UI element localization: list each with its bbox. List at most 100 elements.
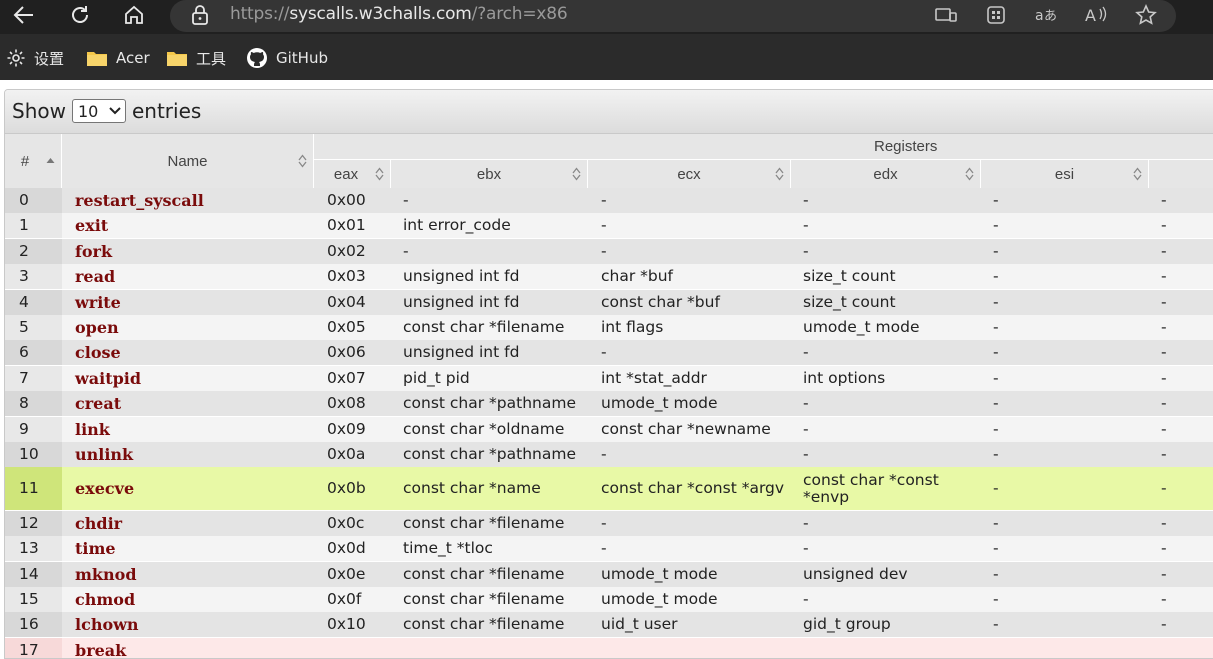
- column-header-esi[interactable]: esi: [981, 160, 1149, 188]
- table-row[interactable]: 3 read 0x03 unsigned int fd char *buf size_t …: [5, 264, 1213, 290]
- cell-edx: [803, 638, 973, 658]
- cell-eax: 0x0b: [327, 479, 366, 498]
- table-row[interactable]: 1 exit 0x01 int error_code - - - -: [5, 213, 1213, 239]
- cell-esi: -: [993, 318, 999, 336]
- cell-name[interactable]: fork: [75, 239, 311, 264]
- cell-ebx: -: [403, 191, 409, 209]
- cell-esi: -: [993, 241, 999, 260]
- column-header-number[interactable]: #: [5, 134, 62, 188]
- cell-edi: -: [1161, 241, 1167, 260]
- cell-esi: -: [993, 539, 999, 558]
- cell-name[interactable]: execve: [75, 467, 311, 510]
- table-row[interactable]: 5 open 0x05 const char *filename int flags um…: [5, 315, 1213, 340]
- cell-eax: [327, 638, 389, 658]
- table-row[interactable]: 10 unlink 0x0a const char *pathname - - - -: [5, 442, 1213, 467]
- cell-num: 4: [19, 292, 29, 311]
- column-header-name[interactable]: Name: [62, 134, 314, 188]
- home-icon[interactable]: [116, 0, 152, 30]
- cell-ebx: unsigned int fd: [403, 267, 520, 286]
- column-header-ecx[interactable]: ecx: [588, 160, 791, 188]
- cell-num: 9: [19, 419, 29, 438]
- cell-edi: -: [1161, 292, 1167, 311]
- cell-ebx: const char *name: [403, 479, 541, 498]
- cell-name[interactable]: mknod: [75, 562, 311, 587]
- table-row[interactable]: 7 waitpid 0x07 pid_t pid int *stat_addr int o…: [5, 365, 1213, 391]
- cell-esi: -: [993, 479, 999, 498]
- sort-both-icon: [965, 167, 974, 181]
- cell-esi: -: [993, 445, 999, 463]
- svg-text:あ: あ: [1044, 9, 1057, 24]
- cell-name[interactable]: exit: [75, 213, 311, 238]
- table-row[interactable]: 2 fork 0x02 - - - - -: [5, 238, 1213, 264]
- cell-name[interactable]: lchown: [75, 612, 311, 637]
- translate-icon[interactable]: aあ: [1032, 2, 1060, 28]
- cell-edi: -: [1161, 513, 1167, 532]
- table-row[interactable]: 11 execve 0x0b const char *name const char *…: [5, 467, 1213, 511]
- url-text[interactable]: https://syscalls.w3challs.com/?arch=x86: [230, 4, 568, 24]
- table-row[interactable]: 16 lchown 0x10 const char *filename uid_t us…: [5, 612, 1213, 638]
- table-row[interactable]: 6 close 0x06 unsigned int fd - - - -: [5, 340, 1213, 366]
- cell-num: 7: [19, 368, 29, 387]
- cell-name[interactable]: write: [75, 290, 311, 315]
- cell-name[interactable]: link: [75, 417, 311, 442]
- bookmark-label: 工具: [196, 49, 227, 68]
- cell-ebx: [403, 638, 588, 658]
- extensions-icon[interactable]: [982, 2, 1010, 28]
- cell-esi: -: [993, 590, 999, 608]
- bookmark-settings[interactable]: 设置: [6, 46, 64, 70]
- bookmark-tools[interactable]: 工具: [166, 46, 226, 70]
- cell-name[interactable]: chdir: [75, 511, 311, 536]
- table-row[interactable]: 14 mknod 0x0e const char *filename umode_t m…: [5, 561, 1213, 587]
- cell-edi: -: [1161, 539, 1167, 558]
- table-row[interactable]: 0 restart_syscall 0x00 - - - - -: [5, 188, 1213, 213]
- table-row[interactable]: 17 break: [5, 637, 1213, 658]
- entries-select[interactable]: 10: [71, 99, 126, 123]
- cell-name[interactable]: chmod: [75, 587, 311, 612]
- cell-name[interactable]: break: [75, 638, 311, 658]
- column-group-label: Registers: [874, 138, 938, 155]
- column-header-edi[interactable]: [1149, 160, 1213, 188]
- cell-edx: -: [803, 513, 809, 532]
- refresh-icon[interactable]: [62, 0, 98, 30]
- cell-name[interactable]: close: [75, 340, 311, 365]
- entries-label: entries: [131, 99, 202, 123]
- bookmark-github[interactable]: GitHub: [246, 46, 328, 70]
- cell-name[interactable]: unlink: [75, 442, 311, 467]
- table-row[interactable]: 13 time 0x0d time_t *tloc - - - -: [5, 536, 1213, 562]
- cell-num: 3: [19, 267, 29, 286]
- favorite-star-icon[interactable]: [1132, 2, 1160, 28]
- lock-icon[interactable]: [190, 4, 210, 31]
- cell-edx: -: [803, 445, 809, 463]
- cell-ebx: const char *pathname: [403, 394, 576, 413]
- cell-num: 11: [19, 479, 39, 498]
- cell-num: 5: [19, 318, 29, 336]
- table-row[interactable]: 9 link 0x09 const char *oldname const char *…: [5, 416, 1213, 442]
- cell-eax: 0x09: [327, 419, 366, 438]
- table-row[interactable]: 12 chdir 0x0c const char *filename - - - -: [5, 510, 1213, 536]
- table-row[interactable]: 15 chmod 0x0f const char *filename umode_t m…: [5, 587, 1213, 612]
- cell-eax: 0x0e: [327, 564, 366, 583]
- cell-ecx: -: [601, 539, 607, 558]
- cell-name[interactable]: time: [75, 536, 311, 561]
- cell-esi: -: [993, 216, 999, 235]
- table-row[interactable]: 8 creat 0x08 const char *pathname umode_t mo…: [5, 391, 1213, 417]
- table-row[interactable]: 4 write 0x04 unsigned int fd const char *buf…: [5, 289, 1213, 315]
- bookmark-label: 设置: [34, 49, 65, 68]
- gear-icon: [7, 49, 25, 67]
- column-header-eax[interactable]: eax: [314, 160, 391, 188]
- column-header-edx[interactable]: edx: [791, 160, 981, 188]
- cell-name[interactable]: creat: [75, 391, 311, 416]
- bookmark-acer[interactable]: Acer: [86, 46, 150, 70]
- sort-both-icon: [572, 167, 581, 181]
- cell-num: 2: [19, 241, 29, 260]
- cell-name[interactable]: open: [75, 315, 311, 340]
- cell-name[interactable]: read: [75, 264, 311, 289]
- back-arrow-icon[interactable]: [6, 0, 42, 30]
- split-screen-icon[interactable]: [932, 2, 960, 28]
- column-header-ebx[interactable]: ebx: [391, 160, 588, 188]
- cell-name[interactable]: restart_syscall: [75, 188, 311, 213]
- read-aloud-icon[interactable]: A: [1082, 2, 1110, 28]
- table-header: # Name Registers eax ebx ecx edx esi: [5, 134, 1213, 188]
- cell-name[interactable]: waitpid: [75, 366, 311, 391]
- cell-ecx: -: [601, 445, 607, 463]
